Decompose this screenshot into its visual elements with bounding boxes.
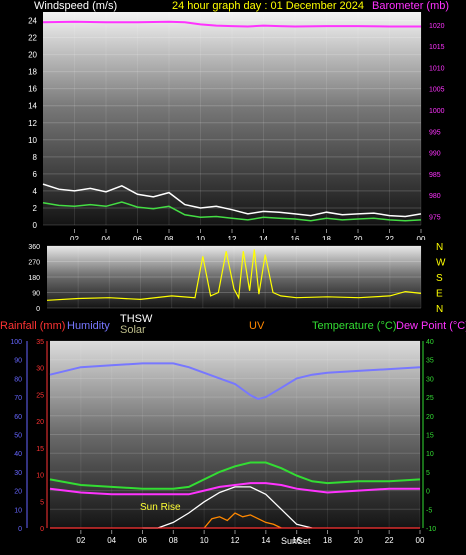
x-tick-label: 12 — [228, 235, 237, 240]
direction-label: N — [436, 304, 443, 313]
y-temperature-tick-label: 5 — [426, 470, 430, 477]
temp-humidity-chart: 010203040506070809010005101520253035-10-… — [10, 339, 436, 546]
y-rainfall-tick-label: 0 — [40, 526, 44, 533]
wind-direction-chart: 090180270360 NWSEN — [28, 243, 446, 313]
sun-rise-annotation: Sun Rise — [140, 502, 181, 513]
y-humidity-tick-label: 20 — [14, 489, 22, 496]
y-left-tick-label: 16 — [28, 85, 37, 94]
y-temperature-tick-label: 25 — [426, 395, 434, 402]
y-left-tick-label: 270 — [28, 260, 40, 267]
y-temperature-tick-label: -5 — [426, 507, 432, 514]
y-left-tick-label: 0 — [33, 221, 38, 230]
x-tick-label: 08 — [169, 536, 178, 545]
y-left-tick-label: 20 — [28, 51, 37, 60]
x-tick-label: 20 — [354, 536, 363, 545]
y-temperature-tick-label: 20 — [426, 414, 434, 421]
solar-label: Solar — [120, 324, 146, 336]
y-humidity-tick-label: 100 — [10, 339, 22, 346]
x-tick-label: 20 — [354, 235, 363, 240]
direction-label: S — [436, 273, 443, 284]
y-humidity-tick-label: 10 — [14, 507, 22, 514]
y-left-tick-label: 24 — [28, 17, 37, 26]
y-left-tick-label: 4 — [33, 187, 38, 196]
y-right-tick-label: 985 — [429, 172, 441, 179]
y-rainfall-tick-label: 25 — [36, 392, 44, 399]
x-tick-label: 14 — [261, 536, 270, 545]
wind-barometer-chart: 0246810121416182022249759809859909951000… — [28, 12, 445, 240]
y-temperature-tick-label: 30 — [426, 376, 434, 383]
y-rainfall-tick-label: 15 — [36, 446, 44, 453]
y-right-tick-label: 1010 — [429, 65, 445, 72]
y-temperature-tick-label: 35 — [426, 358, 434, 365]
direction-label: N — [436, 243, 443, 253]
y-right-tick-label: 990 — [429, 151, 441, 158]
y-left-tick-label: 2 — [33, 204, 38, 213]
y-humidity-tick-label: 50 — [14, 433, 22, 440]
y-temperature-tick-label: 10 — [426, 451, 434, 458]
x-tick-label: 08 — [165, 235, 174, 240]
y-humidity-tick-label: 90 — [14, 358, 22, 365]
direction-label: W — [436, 258, 446, 269]
x-tick-label: 00 — [417, 235, 426, 240]
y-humidity-tick-label: 40 — [14, 451, 22, 458]
y-humidity-tick-label: 80 — [14, 376, 22, 383]
y-humidity-tick-label: 30 — [14, 470, 22, 477]
y-temperature-tick-label: 0 — [426, 489, 430, 496]
x-tick-label: 10 — [196, 235, 205, 240]
direction-label: E — [436, 289, 443, 300]
x-tick-label: 18 — [323, 536, 332, 545]
y-temperature-tick-label: 15 — [426, 433, 434, 440]
y-left-tick-label: 180 — [28, 275, 40, 282]
y-humidity-tick-label: 60 — [14, 414, 22, 421]
y-left-tick-label: 12 — [28, 119, 37, 128]
y-left-tick-label: 360 — [28, 244, 40, 251]
x-tick-label: 18 — [322, 235, 331, 240]
x-tick-label: 02 — [70, 235, 79, 240]
y-rainfall-tick-label: 35 — [36, 339, 44, 346]
rainfall-axis-label: Rainfall (mm) — [0, 320, 66, 332]
y-left-tick-label: 22 — [28, 34, 37, 43]
y-left-tick-label: 6 — [33, 170, 38, 179]
y-temperature-tick-label: 40 — [426, 339, 434, 346]
y-left-tick-label: 10 — [28, 136, 37, 145]
y-rainfall-tick-label: 20 — [36, 419, 44, 426]
y-left-tick-label: 18 — [28, 68, 37, 77]
y-right-tick-label: 975 — [429, 214, 441, 221]
y-temperature-tick-label: -10 — [426, 526, 436, 533]
y-rainfall-tick-label: 5 — [40, 499, 44, 506]
x-tick-label: 04 — [102, 235, 111, 240]
x-tick-label: 14 — [259, 235, 268, 240]
x-tick-label: 10 — [200, 536, 209, 545]
y-right-tick-label: 1000 — [429, 108, 445, 115]
y-right-tick-label: 1020 — [429, 23, 445, 30]
x-tick-label: 16 — [291, 235, 300, 240]
y-humidity-tick-label: 70 — [14, 395, 22, 402]
uv-label: UV — [249, 320, 265, 332]
x-tick-label: 04 — [107, 536, 116, 545]
y-right-tick-label: 1005 — [429, 87, 445, 94]
y-humidity-tick-label: 0 — [18, 526, 22, 533]
y-left-tick-label: 8 — [33, 153, 38, 162]
y-right-tick-label: 995 — [429, 129, 441, 136]
x-tick-label: 02 — [76, 536, 85, 545]
y-left-tick-label: 0 — [36, 306, 40, 313]
x-tick-label: 22 — [385, 536, 394, 545]
temperature-axis-label: Temperature (°C) — [312, 320, 397, 332]
sun-set-annotation: SunSet — [281, 536, 311, 546]
x-tick-label: 06 — [133, 235, 142, 240]
y-right-tick-label: 1015 — [429, 44, 445, 51]
x-tick-label: 22 — [385, 235, 394, 240]
y-rainfall-tick-label: 30 — [36, 366, 44, 373]
y-left-tick-label: 14 — [28, 102, 37, 111]
y-left-tick-label: 90 — [32, 291, 40, 298]
humidity-axis-label: Humidity — [67, 320, 110, 332]
y-rainfall-tick-label: 10 — [36, 473, 44, 480]
dewpoint-axis-label: Dew Point (°C) — [396, 320, 466, 332]
y-right-tick-label: 980 — [429, 193, 441, 200]
x-tick-label: 06 — [138, 536, 147, 545]
x-tick-label: 12 — [231, 536, 240, 545]
x-tick-label: 00 — [416, 536, 425, 545]
